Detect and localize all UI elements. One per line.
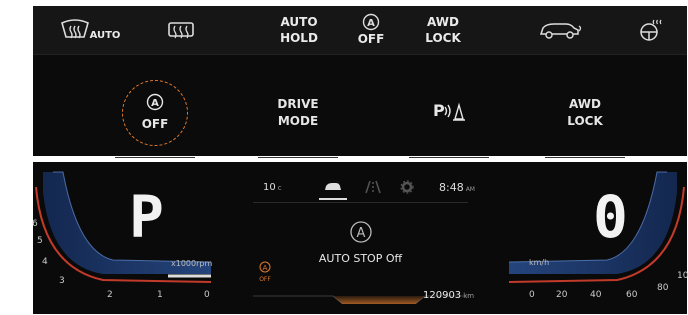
svg-text:A: A <box>263 264 268 272</box>
awd-lock-button-line1: AWD <box>569 97 601 111</box>
control-panel: AUTO AUTO HOLD A OFF AWD LOCK A OFF DRIV… <box>33 6 687 158</box>
odometer: 120903 km <box>423 290 474 301</box>
odometer-unit: km <box>463 292 475 300</box>
temperature-value: 10 <box>263 182 276 193</box>
tach-tick-4: 4 <box>42 257 48 267</box>
button-underline <box>409 157 489 158</box>
awd-lock-button-line2: LOCK <box>567 114 603 128</box>
drive-mode-line2: MODE <box>277 114 319 128</box>
clock-time: 8:48 <box>439 181 464 194</box>
auto-stop-active-ring: A OFF <box>122 80 188 146</box>
tach-tick-2: 2 <box>107 290 113 300</box>
tach-tick-6: 6 <box>32 219 38 229</box>
settings-tab-icon[interactable] <box>400 179 414 198</box>
selected-tab-indicator <box>319 198 347 200</box>
tach-tick-1: 1 <box>157 290 163 300</box>
auto-stop-indicator-label: OFF <box>259 276 271 283</box>
clock-period: AM <box>465 186 475 193</box>
awd-lock-line1: AWD <box>427 15 459 29</box>
quick-controls-bar: AUTO AUTO HOLD A OFF AWD LOCK <box>33 6 687 55</box>
auto-stop-off-button[interactable]: A OFF <box>115 70 195 158</box>
heated-steering-button[interactable] <box>633 6 669 54</box>
defrost-auto-label: AUTO <box>89 30 121 41</box>
front-defrost-auto-button[interactable]: AUTO <box>55 6 125 54</box>
gear-indicator: P <box>129 183 164 251</box>
auto-stop-icon: A <box>146 93 164 116</box>
svg-text:A: A <box>367 18 375 29</box>
auto-hold-line2: HOLD <box>280 31 318 45</box>
auto-stop-off-indicator: A OFF <box>259 258 271 283</box>
svg-text:A: A <box>151 98 159 109</box>
awd-lock-topbar-button[interactable]: AWD LOCK <box>415 6 471 54</box>
speed-tick-0: 0 <box>529 290 535 300</box>
parking-sensor-button[interactable]: P <box>409 70 489 158</box>
speed-tick-40: 40 <box>590 290 602 300</box>
button-underline <box>545 157 625 158</box>
auto-stop-status-icon: A <box>349 220 373 248</box>
button-underline <box>258 157 338 158</box>
tach-tick-3: 3 <box>59 276 65 286</box>
clock: 8:48 AM <box>439 181 475 194</box>
tachometer-gauge <box>35 171 212 283</box>
auto-stop-icon: A <box>362 13 380 31</box>
svg-text:P: P <box>433 101 445 120</box>
auto-hold-button[interactable]: AUTO HOLD <box>271 6 327 54</box>
heated-steering-wheel-icon <box>638 18 664 42</box>
tach-tick-0: 0 <box>204 290 210 300</box>
awd-lock-line2: LOCK <box>425 31 461 45</box>
speed-readout: 0 <box>593 183 628 251</box>
vehicle-view-button[interactable] <box>533 6 589 54</box>
rear-defrost-icon <box>167 20 195 40</box>
instrument-cluster: 6 5 4 3 2 1 0 x1000rpm P 10 c 8:48 AM A AU… <box>32 162 688 314</box>
car-camera-icon <box>538 20 584 40</box>
rear-defrost-button[interactable] <box>161 6 201 54</box>
status-message: AUTO STOP Off <box>318 252 403 265</box>
auto-stop-indicator-icon: A <box>259 261 271 273</box>
auto-stop-off-label: OFF <box>357 32 385 46</box>
speed-tick-80: 80 <box>657 283 669 293</box>
speed-tick-20: 20 <box>556 290 568 300</box>
awd-lock-button[interactable]: AWD LOCK <box>545 70 625 158</box>
outside-temperature: 10 c <box>263 182 282 193</box>
front-defrost-icon <box>60 19 90 41</box>
center-info-display: 10 c 8:48 AM A AUTO STOP Off 120903 km <box>253 172 475 304</box>
svg-text:A: A <box>357 226 366 241</box>
road-tab-icon[interactable] <box>365 179 381 198</box>
button-underline <box>115 157 195 158</box>
speed-unit-label: km/h <box>529 258 550 267</box>
auto-stop-off-button-label: OFF <box>141 117 169 131</box>
speed-tick-100: 10 <box>677 271 688 281</box>
temperature-unit: c <box>277 184 282 192</box>
drive-mode-button[interactable]: DRIVE MODE <box>258 70 338 158</box>
drive-mode-line1: DRIVE <box>277 97 319 111</box>
auto-stop-off-topbar-button[interactable]: A OFF <box>351 6 391 54</box>
auto-hold-line1: AUTO <box>280 15 318 29</box>
odometer-value: 120903 <box>423 290 462 301</box>
speed-tick-60: 60 <box>626 290 638 300</box>
parking-sensor-icon: P <box>431 99 467 128</box>
car-tab-icon[interactable] <box>323 179 343 198</box>
tach-tick-5: 5 <box>37 236 43 246</box>
tach-unit-label: x1000rpm <box>171 259 213 268</box>
